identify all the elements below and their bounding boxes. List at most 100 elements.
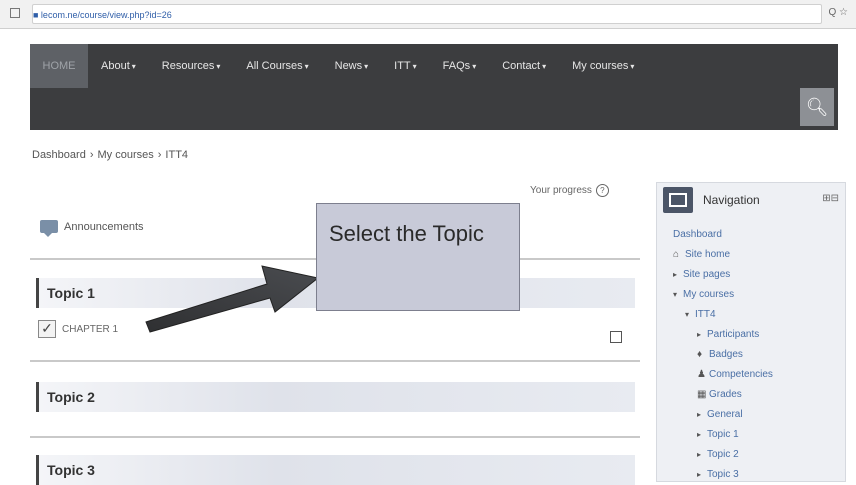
nav-item-label: Topic 3 — [707, 469, 739, 480]
help-icon[interactable]: ? — [595, 184, 609, 197]
forum-icon — [40, 220, 58, 237]
search-icon[interactable]: 🔍︎ — [800, 88, 834, 126]
nav-item-site-pages[interactable]: ▸ Site pages — [673, 265, 773, 285]
nav-item-label: Site home — [685, 249, 731, 260]
nav-item-topic-1[interactable]: ▸ Topic 1 — [673, 425, 773, 445]
navigation-block-icon — [663, 187, 693, 213]
nav-item-label: Grades — [709, 389, 742, 400]
menu-item-contact[interactable]: Contact ▾ — [489, 44, 559, 88]
grades-icon: ▦ — [697, 389, 707, 400]
breadcrumb-course[interactable]: ITT4 — [165, 149, 188, 161]
nav-item-label: Participants — [707, 329, 760, 340]
topic-2-header[interactable]: Topic 2 — [36, 382, 635, 412]
browser-actions[interactable]: Q ☆ — [828, 7, 848, 18]
url-text: ■ lecom.ne/course/view.php?id=26 — [33, 10, 172, 20]
menu-item-label: All Courses — [246, 60, 303, 72]
collapsed-icon[interactable]: ▸ — [697, 445, 707, 465]
breadcrumb-dashboard[interactable]: Dashboard — [32, 149, 86, 161]
breadcrumb-separator: › — [89, 149, 94, 161]
nav-item-participants[interactable]: ▸ Participants — [673, 325, 773, 345]
section-divider — [30, 436, 640, 438]
nav-item-label: My courses — [683, 289, 735, 300]
site-navbar: HOME About ▾ Resources ▾ All Courses ▾ News ▾ ITT… — [30, 44, 838, 130]
menu-item-label: ITT — [394, 60, 411, 72]
user-icon: ♟ — [697, 369, 706, 380]
menu-item-itt[interactable]: ITT ▾ — [381, 44, 430, 88]
nav-item-badges[interactable]: ♦ Badges — [673, 345, 773, 365]
topic-2-title: Topic 2 — [47, 389, 95, 405]
nav-item-label: Dashboard — [673, 229, 722, 240]
nav-item-itt4[interactable]: ▾ ITT4 — [673, 305, 773, 325]
nav-item-label: Topic 2 — [707, 449, 739, 460]
nav-item-label: General — [707, 409, 743, 420]
menu-item-news[interactable]: News ▾ — [322, 44, 382, 88]
course-progress: Your progress? — [530, 184, 609, 197]
section-divider — [30, 360, 640, 362]
announcements-link[interactable]: Announcements — [40, 220, 144, 237]
expanded-icon[interactable]: ▾ — [685, 305, 695, 325]
menu-item-home[interactable]: HOME — [30, 44, 88, 88]
navigation-header: Navigation — [663, 187, 760, 213]
caret-down-icon: ▾ — [216, 62, 221, 71]
nav-item-label: Topic 1 — [707, 429, 739, 440]
menu-item-label: Contact — [502, 60, 541, 72]
caret-down-icon: ▾ — [542, 62, 547, 71]
caret-down-icon: ▾ — [472, 62, 477, 71]
collapsed-icon[interactable]: ▸ — [697, 465, 707, 485]
collapsed-icon[interactable]: ▸ — [697, 405, 707, 425]
browser-toolbar: ■ lecom.ne/course/view.php?id=26 Q ☆ — [0, 0, 856, 29]
menu-item-about[interactable]: About ▾ — [88, 44, 149, 88]
nav-item-label: Competencies — [709, 369, 773, 380]
caret-down-icon: ▾ — [304, 62, 309, 71]
menu-item-label: FAQs — [442, 60, 471, 72]
menu-item-resources[interactable]: Resources ▾ — [149, 44, 234, 88]
checkmark-icon: ✓ — [38, 320, 56, 338]
collapsed-icon[interactable]: ▸ — [697, 425, 707, 445]
menu-item-label: Resources — [161, 60, 215, 72]
tab-icon[interactable] — [10, 8, 20, 18]
nav-item-competencies[interactable]: ♟ Competencies — [673, 365, 773, 385]
topic-1-title: Topic 1 — [47, 285, 95, 301]
home-icon: ⌂ — [673, 249, 680, 260]
topic-3-title: Topic 3 — [47, 462, 95, 478]
caret-down-icon: ▾ — [131, 62, 136, 71]
announcements-label: Announcements — [64, 220, 144, 233]
menu-item-all-courses[interactable]: All Courses ▾ — [233, 44, 321, 88]
collapsed-icon[interactable]: ▸ — [697, 325, 707, 345]
address-bar[interactable]: ■ lecom.ne/course/view.php?id=26 — [32, 4, 822, 24]
progress-label: Your progress — [530, 185, 592, 197]
breadcrumb: Dashboard › My courses › ITT4 — [32, 149, 188, 161]
caret-down-icon: ▾ — [364, 62, 369, 71]
nav-item-label: ITT4 — [695, 309, 716, 320]
nav-item-general[interactable]: ▸ General — [673, 405, 773, 425]
menu-item-my-courses[interactable]: My courses ▾ — [559, 44, 647, 88]
navigation-title: Navigation — [703, 193, 760, 207]
chapter-activity[interactable]: ✓ CHAPTER 1 — [38, 320, 118, 338]
topic-3-header[interactable]: Topic 3 — [36, 455, 635, 485]
block-actions-icon[interactable]: ⊞⊟ — [822, 193, 839, 204]
caret-down-icon: ▾ — [630, 62, 635, 71]
callout-text: Select the Topic — [329, 221, 484, 246]
chapter-label: CHAPTER 1 — [62, 323, 119, 335]
nav-item-dashboard[interactable]: Dashboard — [673, 225, 773, 245]
completion-checkbox[interactable] — [610, 331, 622, 343]
nav-item-topic-2[interactable]: ▸ Topic 2 — [673, 445, 773, 465]
navigation-tree: Dashboard ⌂ Site home ▸ Site pages ▾ My course… — [673, 225, 773, 485]
nav-item-grades[interactable]: ▦ Grades — [673, 385, 773, 405]
menu-item-label: HOME — [42, 60, 76, 72]
instruction-callout: Select the Topic — [316, 203, 520, 311]
breadcrumb-my-courses[interactable]: My courses — [98, 149, 154, 161]
main-menu: HOME About ▾ Resources ▾ All Courses ▾ News ▾ ITT… — [30, 44, 647, 88]
nav-item-label: Badges — [709, 349, 743, 360]
breadcrumb-separator: › — [157, 149, 162, 161]
expanded-icon[interactable]: ▾ — [673, 285, 683, 305]
collapsed-icon[interactable]: ▸ — [673, 265, 683, 285]
menu-item-label: My courses — [572, 60, 629, 72]
navigation-block: Navigation ⊞⊟ Dashboard ⌂ Site home ▸ Site p… — [656, 182, 846, 482]
menu-item-label: News — [334, 60, 363, 72]
nav-item-label: Site pages — [683, 269, 731, 280]
nav-item-my-courses[interactable]: ▾ My courses — [673, 285, 773, 305]
nav-item-site-home[interactable]: ⌂ Site home — [673, 245, 773, 265]
menu-item-faqs[interactable]: FAQs ▾ — [430, 44, 490, 88]
nav-item-topic-3[interactable]: ▸ Topic 3 — [673, 465, 773, 485]
